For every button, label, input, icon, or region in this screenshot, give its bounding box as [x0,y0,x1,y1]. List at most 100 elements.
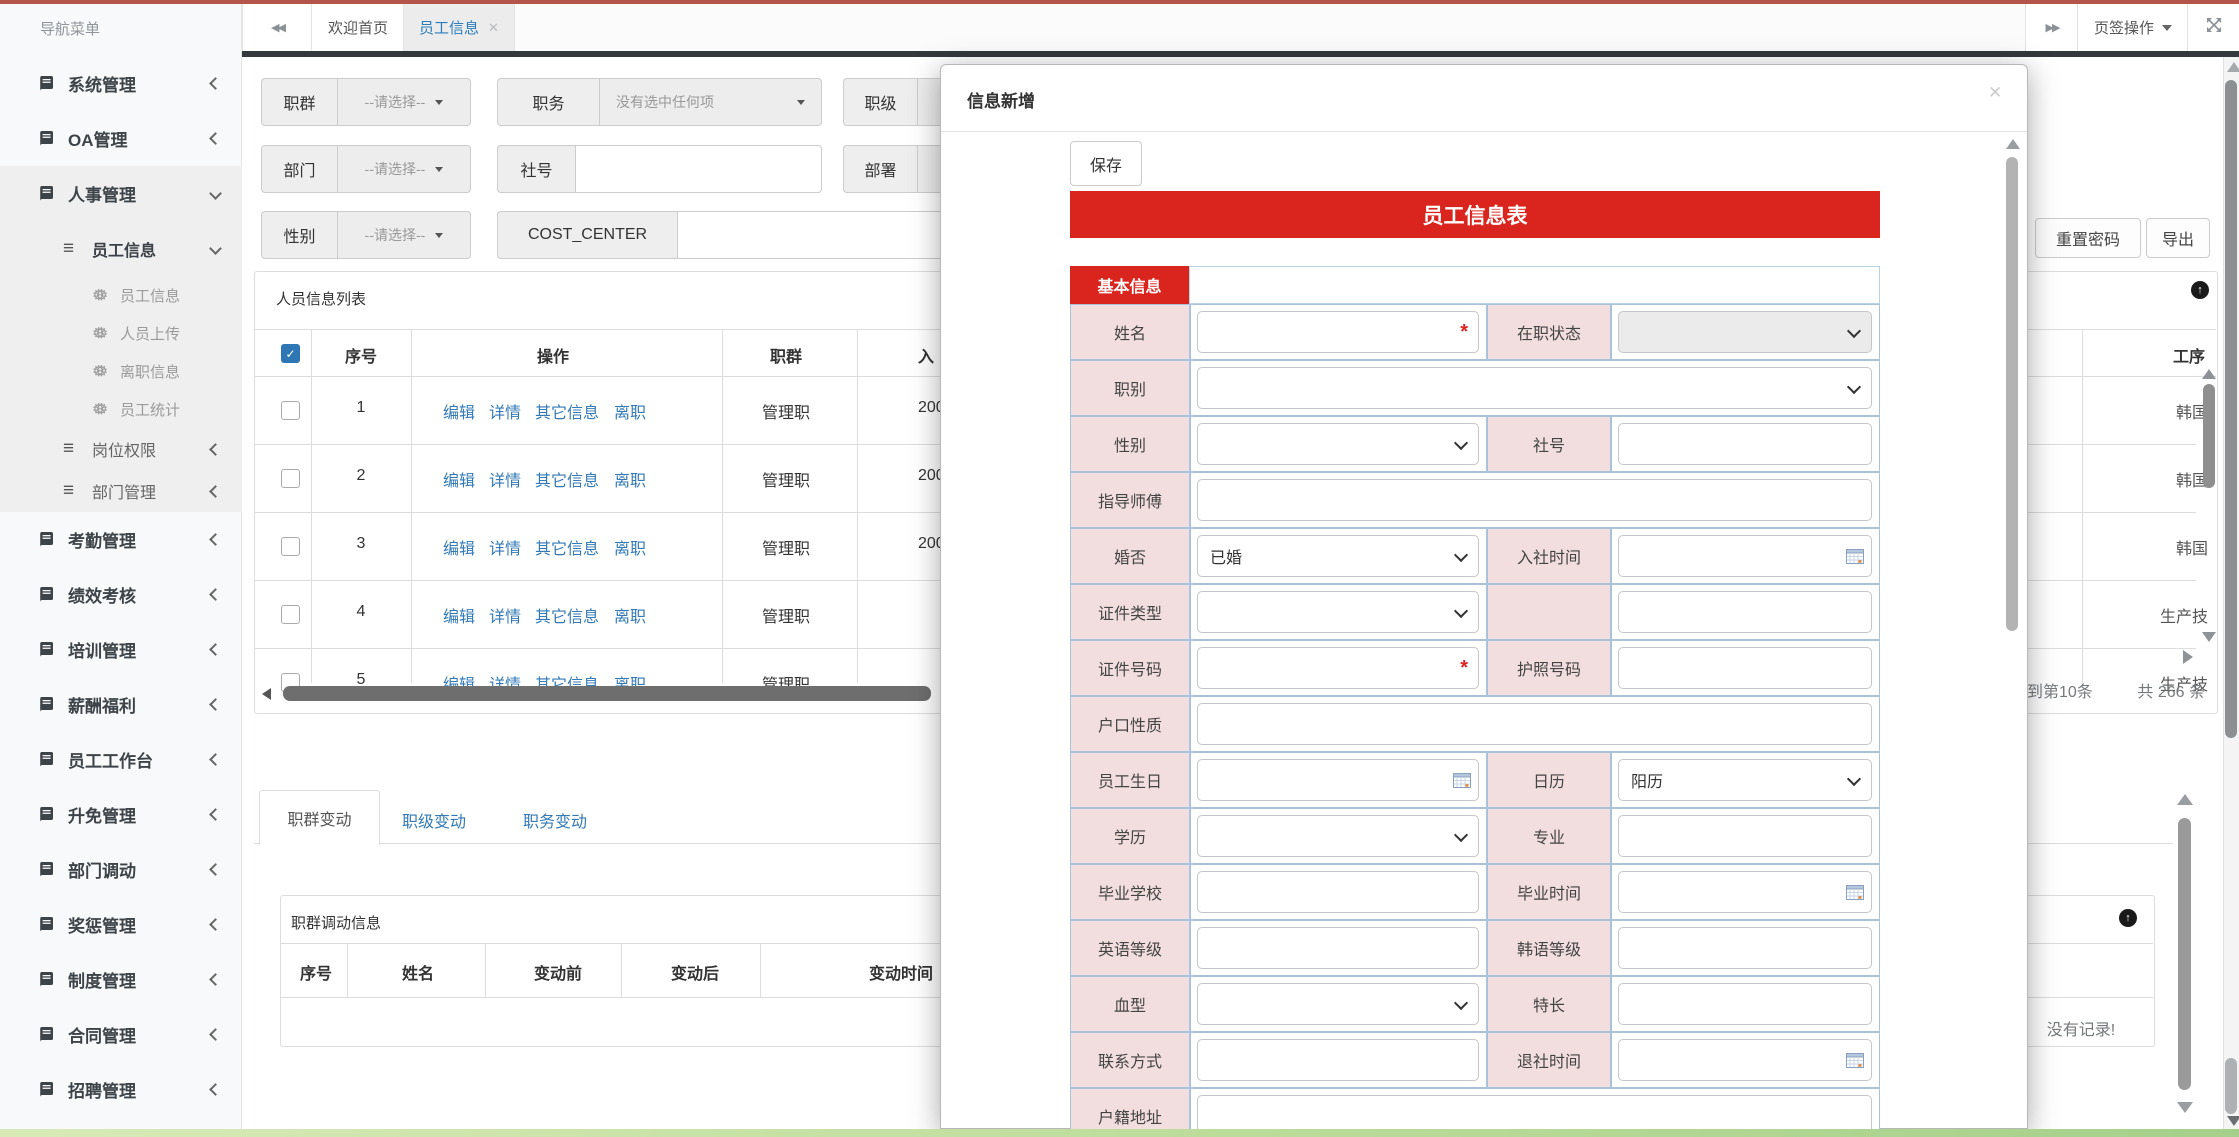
horizontal-scrollbar-thumb[interactable] [283,686,931,701]
fullscreen-button[interactable] [2187,4,2239,51]
row-checkbox[interactable] [281,469,300,488]
calendar-icon[interactable] [1453,772,1471,788]
calendar-icon[interactable] [1846,1052,1864,1068]
bottom-tab-职群变动[interactable]: 职群变动 [259,790,380,845]
action-link-离职[interactable]: 离职 [614,535,646,559]
field-职别-select[interactable] [1197,367,1872,409]
action-link-编辑[interactable]: 编辑 [443,603,475,627]
field-护照号码-input[interactable] [1618,647,1872,689]
sidebar-item-薪酬福利[interactable]: 薪酬福利 [0,677,242,732]
sidebar-item-合同管理[interactable]: 合同管理 [0,1007,242,1062]
scroll-up-arrow-icon[interactable] [2202,369,2216,379]
field-英语等级-input[interactable] [1197,927,1479,969]
scroll-up-arrow-icon[interactable] [2177,794,2193,805]
action-link-详情[interactable]: 详情 [489,399,521,423]
row-checkbox[interactable] [281,537,300,556]
sidebar-item-部门管理[interactable]: ≡部门管理 [0,470,242,512]
sidebar-item-部门调动[interactable]: 部门调动 [0,842,242,897]
action-link-编辑[interactable]: 编辑 [443,535,475,559]
page-scroll-down-icon[interactable] [2227,1116,2239,1126]
action-link-详情[interactable]: 详情 [489,535,521,559]
calendar-icon[interactable] [1846,884,1864,900]
tab-welcome-home[interactable]: 欢迎首页 [311,4,405,51]
bottom-tab-职级变动[interactable]: 职级变动 [402,808,466,832]
action-link-编辑[interactable]: 编辑 [443,399,475,423]
field-联系方式-input[interactable] [1197,1039,1479,1081]
sidebar-item-招聘管理[interactable]: 招聘管理 [0,1062,242,1117]
sidebar-item-员工统计[interactable]: ⚙ ⚙员工统计 [0,390,242,428]
sidebar-item-系统管理[interactable]: 系统管理 [0,56,242,111]
action-link-其它信息[interactable]: 其它信息 [535,535,599,559]
sidebar-item-岗位权限[interactable]: ≡岗位权限 [0,428,242,470]
field-性别-select[interactable] [1197,423,1479,465]
sidebar-item-升免管理[interactable]: 升免管理 [0,787,242,842]
scroll-right-arrow-icon[interactable] [2183,650,2193,664]
collapse-panel-button[interactable]: ↑ [2119,909,2137,927]
action-link-详情[interactable]: 详情 [489,603,521,627]
filter-select-部门[interactable]: --请选择-- [337,145,471,193]
field-证件类型-select[interactable] [1197,591,1479,633]
sidebar-item-绩效考核[interactable]: 绩效考核 [0,567,242,622]
action-link-离职[interactable]: 离职 [614,603,646,627]
tabs-scroll-right-button[interactable]: ▶▶ [2025,4,2079,51]
action-link-其它信息[interactable]: 其它信息 [535,399,599,423]
field-入社时间-date-input[interactable] [1618,535,1872,577]
tab-operations-dropdown[interactable]: 页签操作 [2077,4,2189,51]
sidebar-item-离职信息[interactable]: ⚙ ⚙离职信息 [0,352,242,390]
bottom-tab-职务变动[interactable]: 职务变动 [523,808,587,832]
filter-input-社号[interactable] [575,145,822,193]
field-姓名-input[interactable]: * [1197,311,1479,353]
field-韩语等级-input[interactable] [1618,927,1872,969]
sidebar-item-考勤管理[interactable]: 考勤管理 [0,512,242,567]
tab-employee-info[interactable]: 员工信息✕ [403,4,515,51]
tabs-scroll-left-button[interactable]: ◀◀ [242,4,313,51]
sidebar-item-人员上传[interactable]: ⚙ ⚙人员上传 [0,314,242,352]
sidebar-item-奖惩管理[interactable]: 奖惩管理 [0,897,242,952]
secondary-scrollbar-thumb[interactable] [2225,1058,2237,1114]
scroll-down-arrow-icon[interactable] [2202,632,2216,642]
field-血型-select[interactable] [1197,983,1479,1025]
field-指导师傅-input[interactable] [1197,479,1872,521]
scroll-left-arrow-icon[interactable] [262,688,271,700]
close-icon[interactable]: ✕ [1988,83,2002,103]
sidebar-item-人事管理[interactable]: 人事管理 [0,166,242,221]
action-link-编辑[interactable]: 编辑 [443,467,475,491]
save-button[interactable]: 保存 [1070,141,1142,186]
sidebar-item-员工信息[interactable]: ⚙ ⚙员工信息 [0,276,242,314]
filter-select-职务[interactable]: 没有选中任何项 [599,78,822,126]
sidebar-item-制度管理[interactable]: 制度管理 [0,952,242,1007]
field-unlabeled-input[interactable] [1618,591,1872,633]
sidebar-item-OA管理[interactable]: OA管理 [0,111,242,166]
filter-select-职群[interactable]: --请选择-- [337,78,471,126]
field-证件号码-input[interactable]: * [1197,647,1479,689]
collapse-panel-button[interactable]: ↑ [2191,281,2209,299]
bottom-vscrollbar-thumb[interactable] [2178,818,2191,1090]
field-退社时间-date-input[interactable] [1618,1039,1872,1081]
action-link-其它信息[interactable]: 其它信息 [535,603,599,627]
scroll-down-arrow-icon[interactable] [2177,1102,2193,1113]
field-社号-input[interactable] [1618,423,1872,465]
field-毕业学校-input[interactable] [1197,871,1479,913]
field-户口性质-input[interactable] [1197,703,1872,745]
calendar-icon[interactable] [1846,548,1864,564]
field-员工生日-date-input[interactable] [1197,759,1479,801]
filter-select-性别[interactable]: --请选择-- [337,211,471,259]
field-日历-select[interactable]: 阳历 [1618,759,1872,801]
modal-scrollbar-thumb[interactable] [2006,157,2018,631]
table-vscrollbar-thumb[interactable] [2203,384,2215,488]
field-特长-input[interactable] [1618,983,1872,1025]
sidebar-item-员工信息[interactable]: ≡员工信息 [0,221,242,276]
export-button[interactable]: 导出 [2146,218,2210,258]
scroll-up-arrow-icon[interactable] [2006,139,2020,149]
field-婚否-select[interactable]: 已婚 [1197,535,1479,577]
page-scrollbar-thumb[interactable] [2225,80,2237,738]
tab-close-icon[interactable]: ✕ [488,20,499,36]
action-link-离职[interactable]: 离职 [614,399,646,423]
row-checkbox[interactable] [281,605,300,624]
select-all-checkbox[interactable]: ✓ [281,344,300,363]
sidebar-item-培训管理[interactable]: 培训管理 [0,622,242,677]
row-checkbox[interactable] [281,401,300,420]
field-在职状态-select[interactable] [1618,311,1872,353]
page-scroll-up-icon[interactable] [2227,62,2239,72]
reset-password-button[interactable]: 重置密码 [2035,218,2141,258]
